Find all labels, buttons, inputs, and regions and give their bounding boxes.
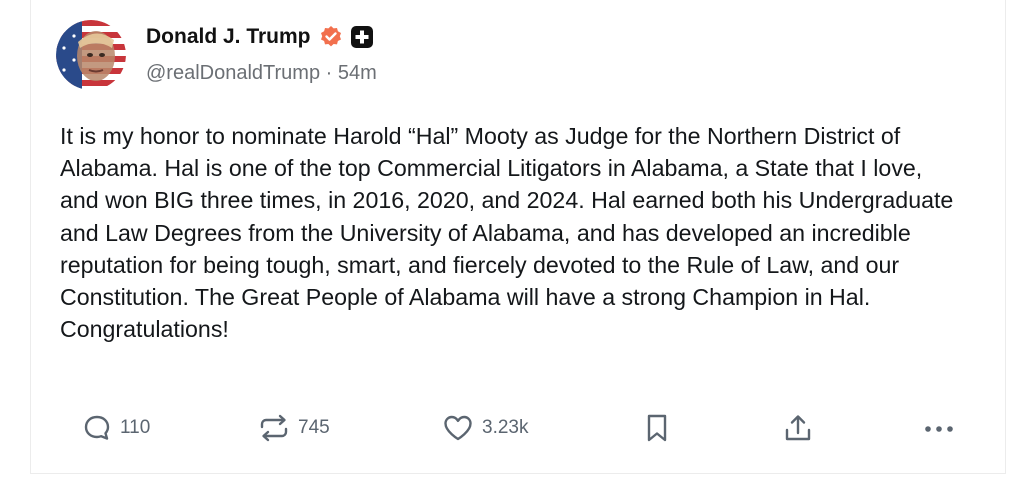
plus-badge-icon <box>350 26 373 48</box>
author-handle[interactable]: @realDonaldTrump <box>146 62 320 84</box>
like-count: 3.23k <box>482 417 529 438</box>
author-row: Donald J. Trump <box>146 23 373 51</box>
action-bar: 110 745 3.23k <box>0 408 1024 448</box>
repost-icon <box>258 413 290 443</box>
share-icon <box>783 412 813 444</box>
post-text: It is my honor to nominate Harold “Hal” … <box>60 123 954 343</box>
more-options-button[interactable] <box>922 408 956 448</box>
handle-row: @realDonaldTrump · 54m <box>146 62 377 85</box>
heart-icon <box>442 413 474 443</box>
repost-count: 745 <box>298 417 330 438</box>
like-button[interactable]: 3.23k <box>442 408 528 448</box>
next-post-edge <box>30 474 1006 488</box>
reply-count: 110 <box>120 417 151 438</box>
author-name[interactable]: Donald J. Trump <box>146 25 311 49</box>
verified-badge-icon <box>319 25 343 49</box>
reply-icon <box>82 413 112 443</box>
share-button[interactable] <box>783 408 813 448</box>
more-icon <box>922 413 956 443</box>
reply-button[interactable]: 110 <box>82 408 150 448</box>
repost-button[interactable]: 745 <box>258 408 330 448</box>
bookmark-button[interactable] <box>645 408 669 448</box>
bookmark-icon <box>645 412 669 444</box>
avatar[interactable] <box>56 20 126 90</box>
meta-separator: · <box>325 62 333 84</box>
post-time[interactable]: 54m <box>338 62 377 84</box>
